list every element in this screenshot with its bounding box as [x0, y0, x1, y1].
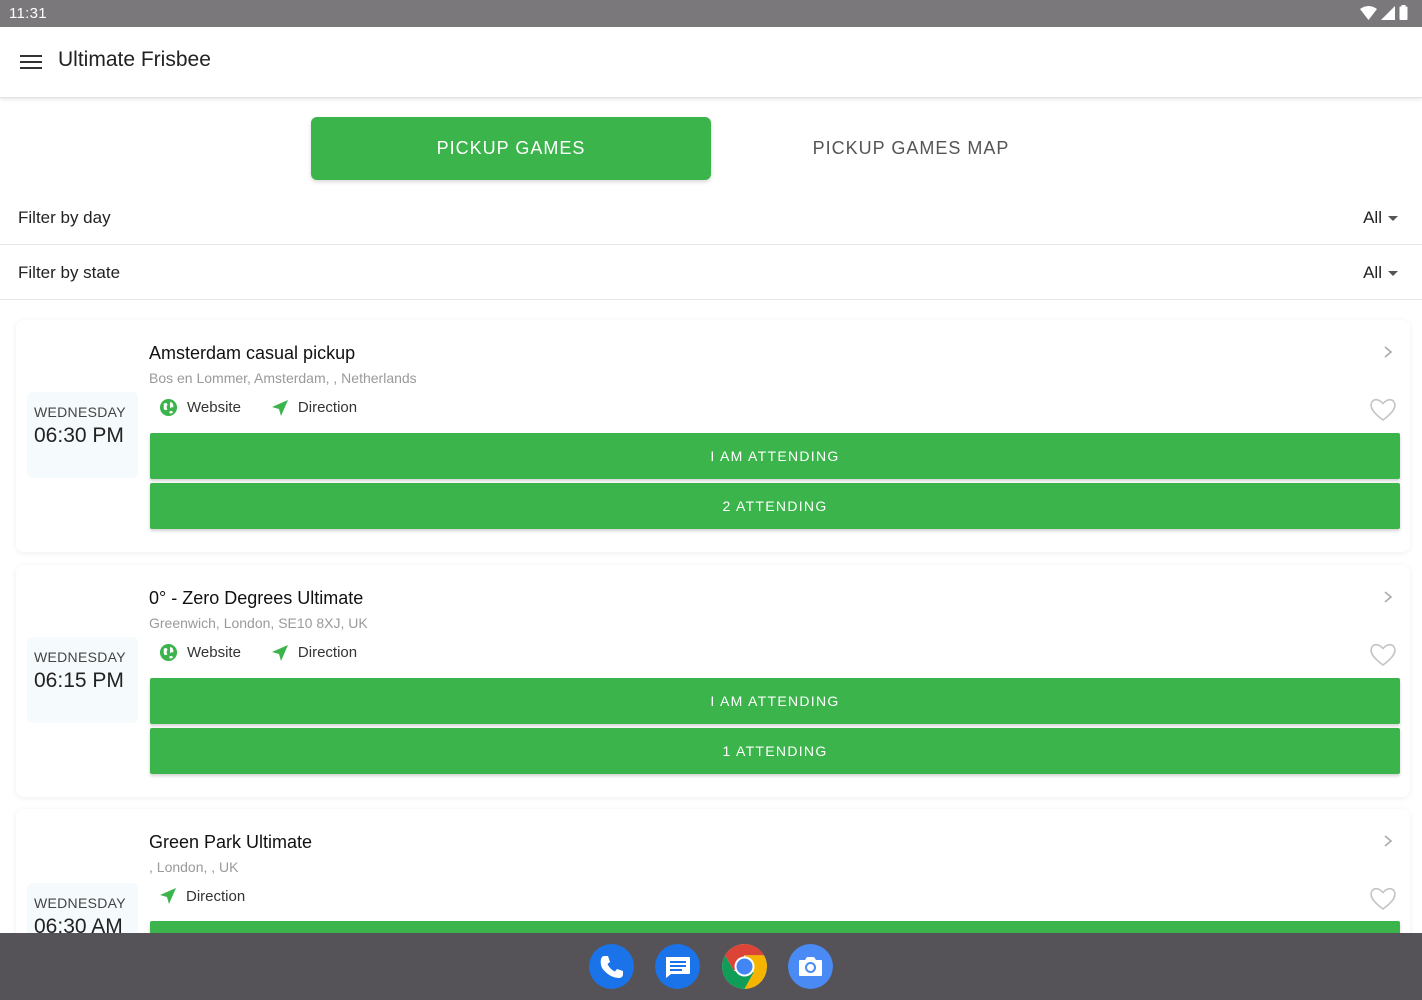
game-address: Bos en Lommer, Amsterdam, , Netherlands	[149, 370, 417, 386]
chrome-icon[interactable]	[722, 944, 767, 989]
direction-label: Direction	[297, 644, 358, 661]
game-title: Amsterdam casual pickup	[149, 343, 356, 363]
tab-pickup-games[interactable]: PICKUP GAMES	[311, 117, 711, 180]
status-time: 11:31	[9, 5, 47, 22]
caret-down-icon	[1388, 215, 1398, 221]
navigation-arrow-icon	[271, 644, 288, 661]
date-box: WEDNESDAY 06:30 PM	[27, 392, 138, 478]
app-bar: Ultimate Frisbee	[0, 27, 1422, 98]
chevron-right-icon[interactable]	[1380, 342, 1396, 362]
heart-icon[interactable]	[1368, 883, 1398, 913]
filter-state-label: Filter by state	[18, 263, 121, 282]
website-link[interactable]: Website	[159, 398, 241, 417]
game-links: Direction	[159, 887, 275, 905]
status-bar: 11:31	[0, 0, 1422, 27]
status-icons	[1360, 5, 1408, 20]
menu-icon[interactable]	[19, 51, 43, 75]
website-label: Website	[187, 399, 241, 416]
game-day: WEDNESDAY	[34, 649, 126, 665]
filter-by-state[interactable]: Filter by state All	[0, 246, 1422, 300]
filter-day-value: All	[1363, 208, 1382, 227]
wifi-icon	[1360, 5, 1377, 20]
game-address: Greenwich, London, SE10 8XJ, UK	[149, 615, 368, 631]
game-day: WEDNESDAY	[34, 404, 126, 420]
direction-link[interactable]: Direction	[271, 644, 357, 662]
game-title: Green Park Ultimate	[149, 832, 313, 852]
navigation-arrow-icon	[160, 888, 176, 904]
game-card[interactable]: WEDNESDAY 06:30 PM Amsterdam casual pick…	[16, 320, 1410, 552]
game-links: Website Direction	[159, 398, 387, 417]
game-card[interactable]: WEDNESDAY 06:15 PM 0° - Zero Degrees Ult…	[16, 565, 1410, 797]
filter-day-label: Filter by day	[18, 208, 111, 227]
direction-link[interactable]: Direction	[159, 887, 245, 905]
attending-count-button[interactable]: 1 ATTENDING	[150, 728, 1400, 774]
caret-down-icon	[1388, 270, 1398, 276]
game-address: , London, , UK	[149, 859, 239, 875]
battery-icon	[1399, 5, 1408, 20]
app-title: Ultimate Frisbee	[58, 48, 211, 71]
direction-link[interactable]: Direction	[271, 399, 357, 417]
signal-icon	[1381, 5, 1395, 20]
navigation-arrow-icon	[271, 399, 288, 416]
chevron-right-icon[interactable]	[1380, 587, 1396, 607]
attending-count-button[interactable]: 2 ATTENDING	[150, 483, 1400, 529]
filter-state-dropdown[interactable]: All	[1363, 263, 1398, 283]
game-title: 0° - Zero Degrees Ultimate	[149, 588, 364, 608]
chevron-right-icon[interactable]	[1380, 831, 1396, 851]
game-links: Website Direction	[159, 643, 387, 662]
globe-icon	[159, 398, 178, 417]
date-box: WEDNESDAY 06:15 PM	[27, 637, 138, 723]
direction-label: Direction	[297, 399, 358, 416]
filter-by-day[interactable]: Filter by day All	[0, 191, 1422, 245]
tab-pickup-games-map[interactable]: PICKUP GAMES MAP	[711, 117, 1111, 180]
website-link[interactable]: Website	[159, 643, 241, 662]
game-day: WEDNESDAY	[34, 895, 126, 911]
website-label: Website	[187, 644, 241, 661]
messages-icon[interactable]	[655, 944, 700, 989]
heart-icon[interactable]	[1368, 394, 1398, 424]
i-am-attending-button[interactable]: I AM ATTENDING	[150, 433, 1400, 479]
game-time: 06:15 PM	[34, 669, 124, 692]
game-time: 06:30 PM	[34, 424, 124, 447]
filter-day-dropdown[interactable]: All	[1363, 208, 1398, 228]
camera-icon[interactable]	[788, 944, 833, 989]
globe-icon	[159, 643, 178, 662]
filter-state-value: All	[1363, 263, 1382, 282]
nav-bar	[0, 933, 1422, 1000]
heart-icon[interactable]	[1368, 639, 1398, 669]
i-am-attending-button[interactable]: I AM ATTENDING	[150, 678, 1400, 724]
phone-icon[interactable]	[589, 944, 634, 989]
direction-label: Direction	[186, 887, 246, 905]
